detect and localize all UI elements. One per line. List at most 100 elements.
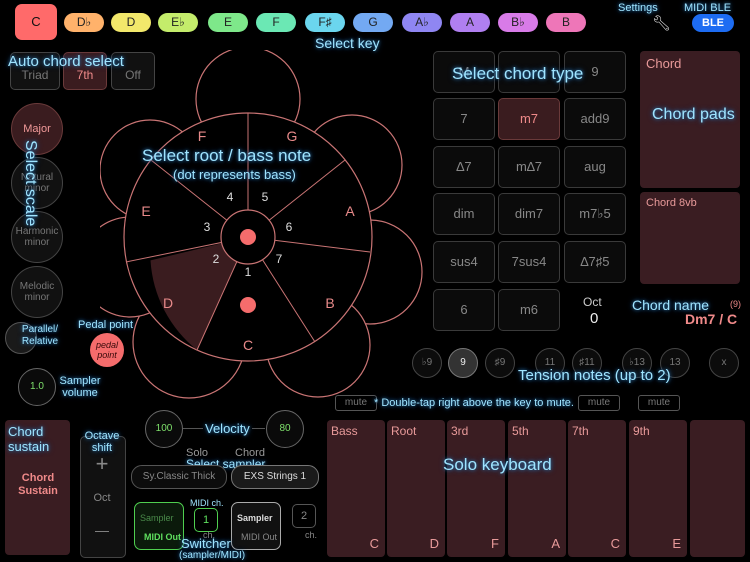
annotation-solo-keyboard: Solo keyboard (443, 455, 552, 474)
chord-type-m6[interactable]: m6 (498, 289, 560, 331)
chord-type-7[interactable]: 7 (433, 98, 495, 140)
sampler-volume-label: Sampler volume (59, 375, 101, 399)
solo-midi-channel[interactable]: 1 (194, 508, 218, 532)
mute-button-7th[interactable]: mute (578, 395, 620, 411)
solo-key-9th[interactable]: 9th E (629, 420, 687, 557)
chord-pad-label: Chord (646, 56, 682, 71)
solo-key-note: E (672, 536, 681, 551)
key-button-a-flat[interactable]: A♭ (402, 13, 442, 32)
wheel-note-c[interactable]: C (243, 337, 253, 353)
chord-type-m7[interactable]: m7 (498, 98, 560, 140)
wheel-degree-6: 6 (286, 220, 293, 234)
chord-type-7sus4[interactable]: 7sus4 (498, 241, 560, 283)
tension-flat9[interactable]: ♭9 (412, 348, 442, 378)
annotation-select-key: Select key (315, 35, 380, 51)
ble-button[interactable]: BLE (692, 14, 734, 32)
wheel-note-e[interactable]: E (141, 203, 150, 219)
chord-midi-channel[interactable]: 2 (292, 504, 316, 528)
key-button-f-sharp[interactable]: F♯ (305, 13, 345, 32)
key-button-d[interactable]: D (111, 13, 151, 32)
key-button-d-flat[interactable]: D♭ (64, 13, 104, 32)
solo-key-label: 7th (572, 424, 589, 438)
annotation-select-root: Select root / bass note (142, 146, 312, 165)
annotation-select-chord-type: Select chord type (452, 64, 584, 83)
solo-instrument-select[interactable]: Sy.Classic Thick (131, 465, 227, 489)
solo-key-label: 9th (633, 424, 650, 438)
scale-melodic-minor[interactable]: Melodic minor (11, 266, 63, 318)
wheel-note-d[interactable]: D (163, 295, 173, 311)
chord-output-switcher[interactable]: Sampler MIDI Out (231, 502, 281, 550)
solo-key-label: 5th (512, 424, 529, 438)
chord-sustain-button[interactable]: Chord Sustain (8, 472, 68, 498)
chord-8vb-pad[interactable]: Chord 8vb (640, 192, 740, 284)
key-button-g[interactable]: G (353, 13, 393, 32)
chord-name-badge: (9) (730, 299, 741, 309)
chord-type-dim7[interactable]: dim7 (498, 193, 560, 235)
solo-velocity-knob[interactable]: 100 (145, 410, 183, 448)
chord-wheel: C D E F G A B 1 2 3 4 5 6 7 (100, 50, 423, 399)
wheel-degree-3: 3 (204, 220, 211, 234)
chord-type-maj7[interactable]: ∆7 (433, 146, 495, 188)
mute-hint: * Double-tap right above the key to mute… (374, 397, 574, 409)
solo-key-label: Root (391, 424, 417, 438)
chord-velocity-knob[interactable]: 80 (266, 410, 304, 448)
wheel-note-a[interactable]: A (345, 203, 355, 219)
chord-type-sus4[interactable]: sus4 (433, 241, 495, 283)
chord-type-add9[interactable]: add9 (564, 98, 626, 140)
bass-dot-center (240, 229, 256, 245)
key-button-f[interactable]: F (256, 13, 296, 32)
wheel-degree-7: 7 (276, 252, 283, 266)
chord-type-maj7sharp5[interactable]: ∆7♯5 (564, 241, 626, 283)
solo-key-3rd[interactable]: 3rd F (447, 420, 505, 557)
sampler-volume-knob[interactable]: 1.0 (18, 368, 56, 406)
wrench-icon[interactable]: 🔧︎ (652, 14, 671, 32)
solo-key-7th[interactable]: 7th C (568, 420, 626, 557)
wheel-note-g[interactable]: G (287, 128, 298, 144)
chord-type-dim[interactable]: dim (433, 193, 495, 235)
chord-name-value: Dm7 / C (685, 311, 738, 327)
solo-key-note: C (610, 536, 620, 551)
midi-ch-label: MIDI ch. (190, 498, 224, 508)
solo-midi-out-label: MIDI Out (144, 532, 181, 542)
wheel-degree-5: 5 (262, 190, 269, 204)
bass-dot-c (240, 297, 256, 313)
chord-type-6[interactable]: 6 (433, 289, 495, 331)
settings-label: Settings (618, 2, 658, 14)
solo-output-switcher[interactable]: Sampler MIDI Out (134, 502, 184, 550)
key-button-b[interactable]: B (546, 13, 586, 32)
chord-instrument-select[interactable]: EXS Strings 1 (231, 465, 319, 489)
key-button-b-flat[interactable]: B♭ (498, 13, 538, 32)
solo-key-label: 3rd (451, 424, 469, 438)
key-button-a[interactable]: A (450, 13, 490, 32)
mute-button-9th[interactable]: mute (638, 395, 680, 411)
annotation-switcher-sub: (sampler/MIDI) (179, 550, 246, 561)
chord-sampler-label: Sampler (237, 513, 273, 523)
octave-down-button[interactable]: — (88, 522, 116, 538)
wheel-note-f[interactable]: F (198, 128, 207, 144)
key-button-e[interactable]: E (208, 13, 248, 32)
key-button-c[interactable]: C (15, 4, 57, 40)
solo-key-label: Bass (331, 424, 358, 438)
solo-key-extra[interactable] (690, 420, 745, 557)
annotation-tension: Tension notes (up to 2) (518, 367, 671, 384)
solo-key-bass[interactable]: Bass C (327, 420, 385, 557)
chord-sustain-title: Chord sustain (8, 424, 50, 454)
midi-ble-label: MIDI BLE (684, 2, 732, 14)
solo-sampler-label: Sampler (140, 513, 174, 523)
wheel-note-b[interactable]: B (325, 295, 334, 311)
solo-key-note: A (551, 536, 560, 551)
tension-sharp9[interactable]: ♯9 (485, 348, 515, 378)
key-button-e-flat[interactable]: E♭ (158, 13, 198, 32)
velocity-label: Velocity (203, 421, 252, 436)
octave-up-button[interactable]: + (88, 451, 116, 477)
mute-button-bass[interactable]: mute (335, 395, 377, 411)
chord-ch-label: ch. (305, 530, 318, 540)
tension-9[interactable]: 9 (448, 348, 478, 378)
chord-type-aug[interactable]: aug (564, 146, 626, 188)
solo-key-note: D (429, 536, 439, 551)
solo-key-5th[interactable]: 5th A (508, 420, 566, 557)
chord-type-mmaj7[interactable]: m∆7 (498, 146, 560, 188)
tension-clear[interactable]: x (709, 348, 739, 378)
solo-key-root[interactable]: Root D (387, 420, 445, 557)
chord-type-m7b5[interactable]: m7♭5 (564, 193, 626, 235)
